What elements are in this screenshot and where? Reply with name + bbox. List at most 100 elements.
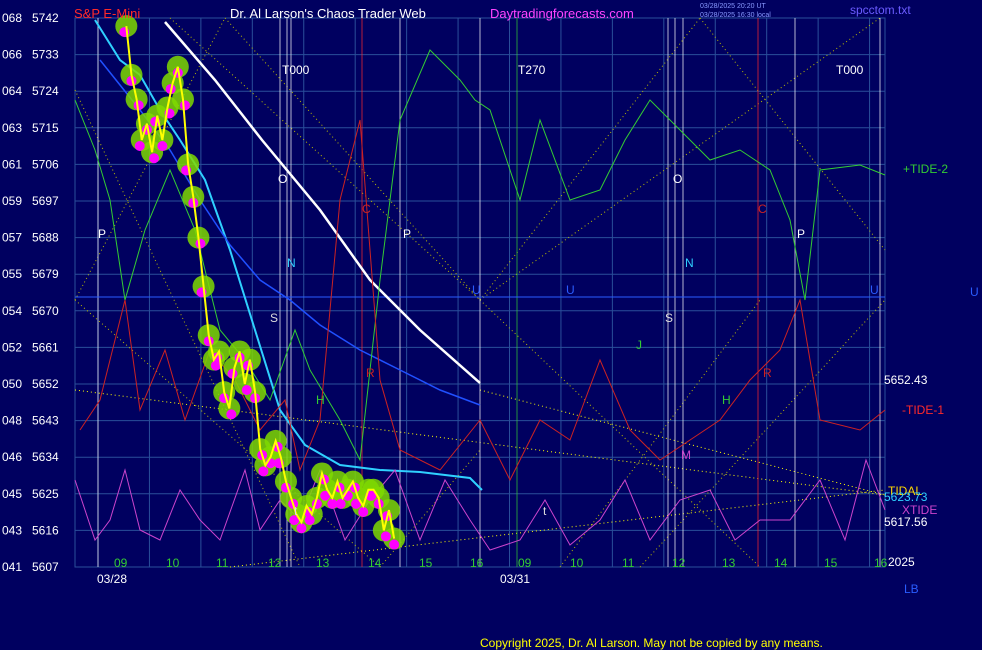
y-tick-code: 061: [2, 157, 22, 171]
price-dot: [358, 507, 369, 517]
chaos-chart: S&P E-Mini Dr. Al Larson's Chaos Trader …: [0, 0, 982, 650]
x-tick-hour: 11: [216, 556, 229, 570]
p-marker-3: P: [797, 227, 805, 241]
data-file-name: spcctom.txt: [850, 3, 911, 17]
y-tick-price: 5742: [32, 11, 59, 25]
o-marker-2: O: [673, 172, 682, 186]
instrument-title: S&P E-Mini: [74, 6, 140, 21]
t-marker-2: T270: [518, 63, 546, 77]
h-marker-2: H: [722, 393, 731, 407]
tide1-label: -TIDE-1: [902, 403, 944, 417]
y-tick-price: 5733: [32, 48, 59, 62]
p-marker-2: P: [403, 227, 411, 241]
y-tick-price: 5643: [32, 414, 59, 428]
y-tick-price: 5679: [32, 267, 59, 281]
price-dot: [241, 385, 252, 395]
x-tick-hour: 10: [166, 556, 180, 570]
x-tick-hour: 12: [672, 556, 686, 570]
p-marker-1: P: [98, 227, 106, 241]
lb-label: LB: [904, 582, 919, 596]
r-marker-1: R: [366, 366, 375, 380]
price-label-b: 5623.73: [884, 490, 928, 504]
t-marker-3: T000: [836, 63, 864, 77]
price-dot: [304, 515, 315, 526]
x-tick-hour: 12: [268, 556, 282, 570]
u-marker-3: U: [870, 283, 879, 297]
tide2-label: +TIDE-2: [903, 162, 948, 176]
j-marker: J: [636, 338, 642, 352]
price-label-a: 5652.43: [884, 373, 928, 387]
price-label-c: 5617.56: [884, 515, 928, 529]
m-marker: M: [681, 448, 691, 462]
price-dot: [380, 531, 391, 542]
timestamp-local: 03/28/2025 16:30 local: [700, 12, 771, 19]
x-tick-hour: 09: [518, 556, 532, 570]
c-marker-1: C: [362, 202, 371, 216]
price-dot: [296, 523, 307, 534]
y-tick-price: 5670: [32, 304, 59, 318]
x-tick-hour: 14: [368, 556, 382, 570]
site-link[interactable]: Daytradingforecasts.com: [490, 6, 634, 21]
year-label: 2025: [888, 555, 915, 569]
price-dot: [335, 498, 346, 509]
y-tick-code: 050: [2, 377, 22, 391]
date-label-2: 03/31: [500, 572, 530, 586]
x-tick-hour: 13: [316, 556, 330, 570]
o-marker-1: O: [278, 172, 287, 186]
x-tick-hour: 13: [722, 556, 736, 570]
s-marker-2: S: [665, 311, 673, 325]
u-label-right: U: [970, 285, 979, 299]
y-tick-code: 068: [2, 11, 22, 25]
y-tick-price: 5616: [32, 523, 59, 537]
x-tick-hour: 15: [419, 556, 433, 570]
c-marker-2: C: [758, 202, 767, 216]
chart-title: Dr. Al Larson's Chaos Trader Web: [230, 6, 426, 21]
price-dot: [226, 409, 237, 420]
y-tick-price: 5652: [32, 377, 59, 391]
y-tick-price: 5625: [32, 487, 59, 501]
y-tick-code: 048: [2, 414, 22, 428]
copyright-notice: Copyright 2025, Dr. Al Larson. May not b…: [480, 636, 823, 650]
n-marker-1: N: [287, 256, 296, 270]
price-dot: [179, 100, 190, 111]
x-tick-hour: 10: [570, 556, 584, 570]
x-tick-hour: 14: [774, 556, 788, 570]
price-dot: [149, 153, 160, 164]
s-marker-1: S: [270, 311, 278, 325]
r-marker-2: R: [763, 366, 772, 380]
y-tick-price: 5697: [32, 194, 59, 208]
y-tick-code: 059: [2, 194, 22, 208]
y-tick-price: 5607: [32, 560, 59, 574]
y-tick-code: 041: [2, 560, 22, 574]
y-tick-code: 046: [2, 450, 22, 464]
timestamp-ut: 03/28/2025 20:20 UT: [700, 3, 766, 10]
y-tick-code: 064: [2, 84, 22, 98]
y-tick-code: 063: [2, 121, 22, 135]
price-dot: [134, 141, 145, 151]
price-dot: [157, 141, 168, 151]
y-tick-price: 5634: [32, 450, 59, 464]
u-marker-2: U: [566, 283, 575, 297]
t-marker-1: T000: [282, 63, 310, 77]
x-tick-hour: 15: [824, 556, 838, 570]
y-tick-price: 5688: [32, 231, 59, 245]
y-tick-code: 043: [2, 523, 22, 537]
y-tick-price: 5706: [32, 157, 59, 171]
h-marker-1: H: [316, 393, 325, 407]
date-label-1: 03/28: [97, 572, 127, 586]
x-tick-hour: 16: [874, 556, 888, 570]
y-tick-price: 5661: [32, 340, 59, 354]
n-marker-2: N: [685, 256, 694, 270]
y-tick-code: 045: [2, 487, 22, 501]
price-dot: [389, 539, 400, 550]
price-dot: [258, 466, 269, 477]
y-tick-code: 066: [2, 48, 22, 62]
y-tick-code: 057: [2, 231, 22, 245]
y-tick-price: 5724: [32, 84, 59, 98]
y-tick-code: 052: [2, 340, 22, 354]
x-tick-hour: 09: [114, 556, 128, 570]
y-tick-code: 055: [2, 267, 22, 281]
y-tick-price: 5715: [32, 121, 59, 135]
x-tick-hour: 11: [622, 556, 635, 570]
u-marker-1: U: [472, 283, 481, 297]
